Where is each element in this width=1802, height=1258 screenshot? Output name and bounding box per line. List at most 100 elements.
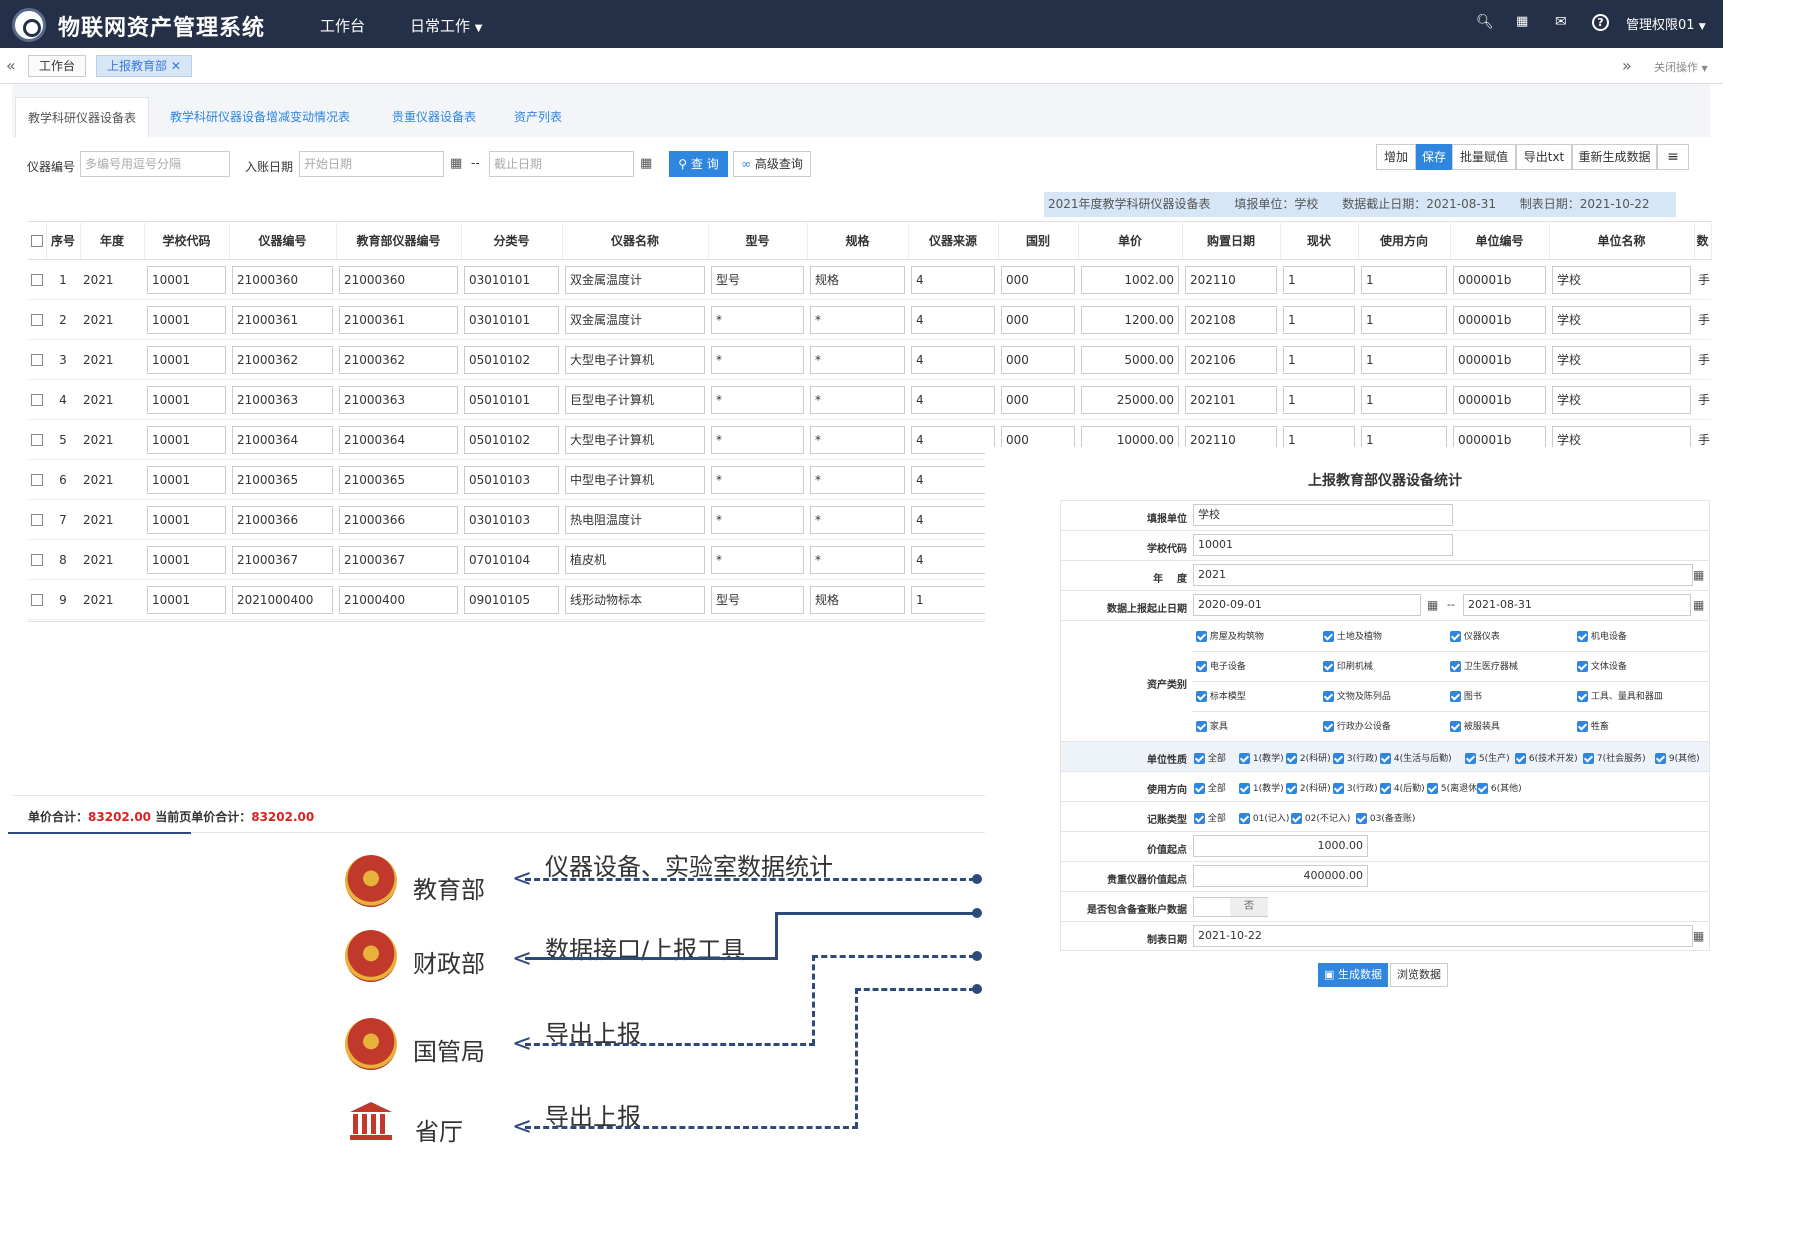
column-header[interactable]: 型号 (708, 221, 808, 260)
tab-report-moe[interactable]: 上报教育部 ✕ (96, 55, 192, 77)
subtab-equipment[interactable]: 教学科研仪器设备表 (15, 97, 150, 138)
query-button[interactable]: ⚲ 查 询 (669, 151, 728, 177)
column-header[interactable]: 购置日期 (1182, 221, 1281, 260)
cell-input[interactable]: 21000366 (232, 505, 333, 534)
form-date-input[interactable]: 2021-10-22 (1193, 925, 1693, 947)
cell-input[interactable]: 000 (1001, 265, 1075, 294)
column-header[interactable]: 仪器名称 (562, 221, 709, 260)
asset-type-checkbox[interactable]: 牲畜 (1577, 719, 1609, 732)
precious-input[interactable]: 400000.00 (1193, 865, 1368, 887)
option-checkbox[interactable]: 03(备查账) (1356, 811, 1415, 824)
end-date-input[interactable]: 截止日期 (489, 151, 634, 177)
cell-input[interactable]: 000001b (1453, 385, 1546, 414)
cell-input[interactable]: 学校 (1552, 305, 1691, 334)
option-checkbox[interactable]: 3(行政) (1333, 751, 1378, 764)
cell-input[interactable]: 1200.00 (1081, 305, 1179, 334)
unit-input[interactable]: 学校 (1193, 504, 1453, 526)
cell-input[interactable]: 大型电子计算机 (565, 345, 705, 374)
browse-data-button[interactable]: 浏览数据 (1390, 963, 1448, 987)
cell-input[interactable]: * (711, 345, 804, 374)
cell-input[interactable]: 学校 (1552, 385, 1691, 414)
calendar-icon[interactable]: ▦ (1693, 929, 1704, 943)
calendar-icon[interactable]: ▦ (450, 156, 462, 171)
asset-type-checkbox[interactable]: 机电设备 (1577, 629, 1627, 642)
asset-type-checkbox[interactable]: 家具 (1196, 719, 1228, 732)
cell-input[interactable]: 4 (911, 465, 995, 494)
cell-input[interactable]: 21000364 (232, 425, 333, 454)
asset-type-checkbox[interactable]: 电子设备 (1196, 659, 1246, 672)
cell-input[interactable]: 规格 (810, 265, 905, 294)
option-checkbox[interactable]: 4(后勤) (1380, 781, 1425, 794)
column-header[interactable]: 规格 (807, 221, 909, 260)
cell-input[interactable]: 202108 (1185, 305, 1277, 334)
option-checkbox[interactable]: 2(科研) (1286, 751, 1331, 764)
cell-input[interactable]: 03010101 (464, 305, 559, 334)
asset-type-checkbox[interactable]: 卫生医疗器械 (1450, 659, 1518, 672)
cell-input[interactable]: * (810, 385, 905, 414)
column-header[interactable]: 数 (1694, 221, 1712, 260)
cell-input[interactable]: 型号 (711, 585, 804, 614)
price-input[interactable]: 1000.00 (1193, 835, 1368, 857)
cell-input[interactable]: * (711, 545, 804, 574)
cell-input[interactable]: 双金属温度计 (565, 265, 705, 294)
cell-input[interactable]: 植皮机 (565, 545, 705, 574)
option-checkbox[interactable]: 5(生产) (1465, 751, 1510, 764)
cell-input[interactable]: 4 (911, 505, 995, 534)
school-code-input[interactable]: 10001 (1193, 534, 1453, 556)
row-checkbox[interactable] (28, 379, 46, 420)
cell-input[interactable]: 21000362 (232, 345, 333, 374)
cell-input[interactable]: 21000367 (339, 545, 458, 574)
option-checkbox[interactable]: 9(其他) (1655, 751, 1700, 764)
cell-input[interactable]: 4 (911, 545, 995, 574)
asset-type-checkbox[interactable]: 房屋及构筑物 (1196, 629, 1264, 642)
cell-input[interactable]: 000001b (1453, 305, 1546, 334)
option-checkbox[interactable]: 5(离退休) (1427, 781, 1481, 794)
option-checkbox[interactable]: 2(科研) (1286, 781, 1331, 794)
option-checkbox[interactable]: 6(技术开发) (1515, 751, 1578, 764)
column-header[interactable]: 单位编号 (1450, 221, 1550, 260)
cell-input[interactable]: 000001b (1453, 345, 1546, 374)
cell-input[interactable]: 学校 (1552, 265, 1691, 294)
cell-input[interactable]: 4 (911, 345, 995, 374)
export-txt-button[interactable]: 导出txt (1516, 144, 1572, 170)
option-checkbox[interactable]: 7(社会服务) (1583, 751, 1646, 764)
subtab-equipment-change[interactable]: 教学科研仪器设备增减变动情况表 (170, 97, 350, 137)
cell-input[interactable]: 000 (1001, 305, 1075, 334)
cell-input[interactable]: 202106 (1185, 345, 1277, 374)
asset-type-checkbox[interactable]: 文物及陈列品 (1323, 689, 1391, 702)
close-icon[interactable]: ✕ (171, 59, 181, 73)
cell-input[interactable]: 21000366 (339, 505, 458, 534)
range-end-input[interactable]: 2021-08-31 (1463, 594, 1691, 616)
row-checkbox[interactable] (28, 299, 46, 340)
cell-input[interactable]: 型号 (711, 265, 804, 294)
cell-input[interactable]: 1 (911, 585, 995, 614)
cell-input[interactable]: 热电阻温度计 (565, 505, 705, 534)
cell-input[interactable]: 学校 (1552, 345, 1691, 374)
instrument-id-input[interactable]: 多编号用逗号分隔 (80, 151, 230, 177)
subtab-asset-list[interactable]: 资产列表 (514, 97, 562, 137)
cell-input[interactable]: 1002.00 (1081, 265, 1179, 294)
cell-input[interactable]: 10001 (147, 305, 226, 334)
cell-input[interactable]: 1 (1283, 305, 1355, 334)
calendar-icon[interactable]: ▦ (640, 156, 652, 171)
cell-input[interactable]: * (810, 505, 905, 534)
row-checkbox[interactable] (28, 539, 46, 580)
cell-input[interactable]: * (711, 465, 804, 494)
qrcode-icon[interactable]: ▦ (1516, 14, 1528, 29)
cell-input[interactable]: * (711, 305, 804, 334)
asset-type-checkbox[interactable]: 文体设备 (1577, 659, 1627, 672)
cell-input[interactable]: 10001 (147, 545, 226, 574)
asset-type-checkbox[interactable]: 行政办公设备 (1323, 719, 1391, 732)
cell-input[interactable]: 21000360 (339, 265, 458, 294)
cell-input[interactable]: 21000360 (232, 265, 333, 294)
asset-type-checkbox[interactable]: 印刷机械 (1323, 659, 1373, 672)
calendar-icon[interactable]: ▦ (1693, 568, 1704, 582)
cell-input[interactable]: 21000362 (339, 345, 458, 374)
row-checkbox[interactable] (28, 339, 46, 380)
cell-input[interactable]: 1 (1361, 345, 1447, 374)
cell-input[interactable]: 线形动物标本 (565, 585, 705, 614)
cell-input[interactable]: 21000363 (232, 385, 333, 414)
cell-input[interactable]: 21000365 (339, 465, 458, 494)
close-ops-menu[interactable]: 关闭操作 ▼ (1654, 59, 1708, 75)
cell-input[interactable]: 000 (1001, 345, 1075, 374)
